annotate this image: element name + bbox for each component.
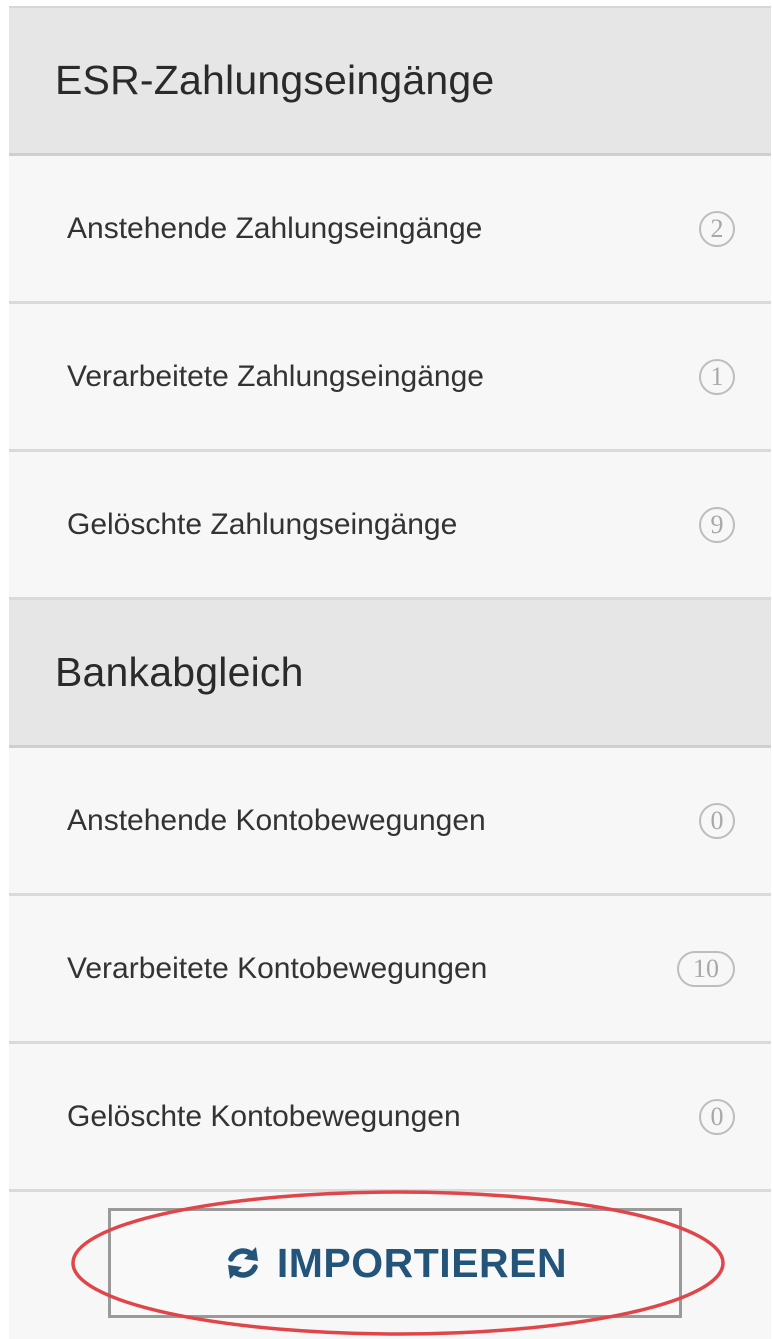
list-item-verarbeitete-kontobewegungen[interactable]: Verarbeitete Kontobewegungen 10 [9, 896, 771, 1044]
count-badge: 9 [699, 506, 735, 543]
item-label: Anstehende Zahlungseingänge [67, 211, 483, 245]
count-badge: 10 [677, 950, 735, 987]
count-badge: 1 [699, 358, 735, 395]
import-area: IMPORTIEREN [9, 1190, 771, 1338]
list-item-anstehende-kontobewegungen[interactable]: Anstehende Kontobewegungen 0 [9, 748, 771, 896]
count-badge: 0 [699, 802, 735, 839]
section-title-bankabgleich: Bankabgleich [55, 649, 304, 695]
count-badge: 0 [699, 1098, 735, 1135]
item-label: Gelöschte Kontobewegungen [67, 1099, 461, 1133]
section-header-bankabgleich: Bankabgleich [9, 600, 771, 748]
list-item-geloeschte-kontobewegungen[interactable]: Gelöschte Kontobewegungen 0 [9, 1044, 771, 1192]
section-title-esr: ESR-Zahlungseingänge [55, 57, 495, 103]
section-header-esr: ESR-Zahlungseingänge [9, 8, 771, 156]
item-label: Gelöschte Zahlungseingänge [67, 507, 458, 541]
item-label: Verarbeitete Zahlungseingänge [67, 359, 484, 393]
list-item-geloeschte-zahlungseingaenge[interactable]: Gelöschte Zahlungseingänge 9 [9, 452, 771, 600]
item-label: Verarbeitete Kontobewegungen [67, 951, 488, 985]
list-item-anstehende-zahlungseingaenge[interactable]: Anstehende Zahlungseingänge 2 [9, 156, 771, 304]
count-badge: 2 [699, 210, 735, 247]
refresh-icon [227, 1247, 258, 1279]
sidebar-panel: ESR-Zahlungseingänge Anstehende Zahlungs… [9, 6, 771, 1339]
list-item-verarbeitete-zahlungseingaenge[interactable]: Verarbeitete Zahlungseingänge 1 [9, 304, 771, 452]
item-label: Anstehende Kontobewegungen [67, 803, 486, 837]
import-button-label: IMPORTIEREN [276, 1239, 568, 1286]
import-button[interactable]: IMPORTIEREN [108, 1208, 682, 1318]
